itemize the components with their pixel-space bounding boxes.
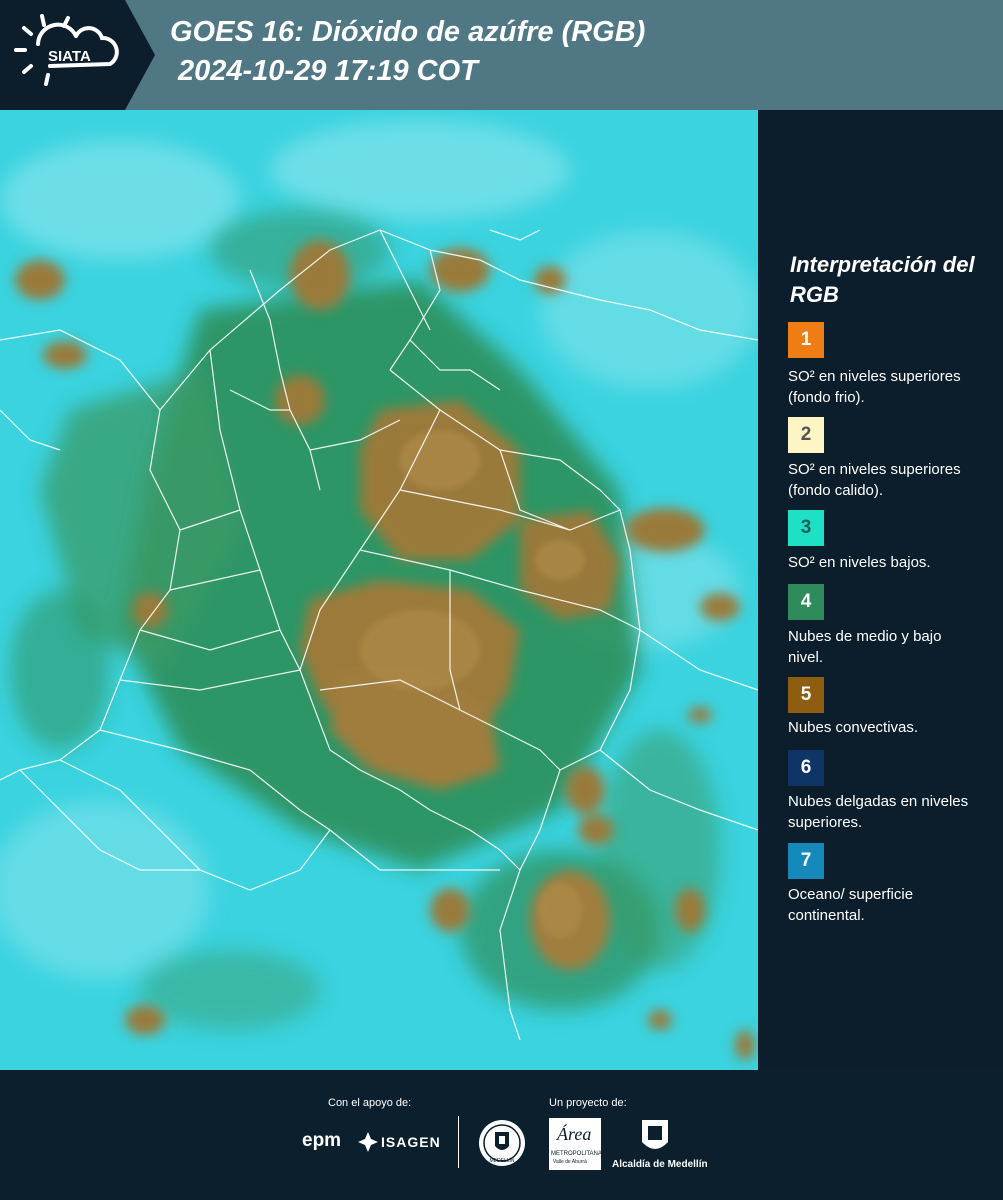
legend-description-4: Nubes de medio y bajo nivel. xyxy=(788,628,942,666)
legend-description-5: Nubes convectivas. xyxy=(788,719,919,736)
area-logo-subtitle: METROPOLITANA xyxy=(551,1151,602,1157)
support-label: Con el apoyo de: xyxy=(328,1097,412,1109)
legend-description-6: Nubes delgadas en niveles superiores. xyxy=(788,793,969,831)
satellite-image xyxy=(0,110,758,1070)
legend-swatch-1: 1 xyxy=(788,322,824,358)
header-bar: SIATA GOES 16: Dióxido de azúfre (RGB) 2… xyxy=(0,0,1003,110)
legend-description-7: Oceano/ superficie continental. xyxy=(788,886,914,924)
medellin-seal-icon[interactable]: MEDELLÍN xyxy=(477,1118,527,1173)
legend-number-5: 5 xyxy=(800,684,812,705)
legend-title: Interpretación del RGB xyxy=(790,252,975,307)
isagen-logo-icon xyxy=(358,1132,378,1157)
legend-swatch-7: 7 xyxy=(788,843,824,879)
legend-swatch-6: 6 xyxy=(788,750,824,786)
legend-swatch-3: 3 xyxy=(788,510,824,546)
legend-number-2: 2 xyxy=(800,424,812,445)
siata-logo-text: SIATA xyxy=(48,48,91,65)
legend-swatch-4: 4 xyxy=(788,584,824,620)
legend-number-6: 6 xyxy=(800,757,812,778)
legend-number-7: 7 xyxy=(800,850,812,871)
area-metropolitana-logo[interactable]: Área METROPOLITANA Valle de Aburrá xyxy=(549,1118,602,1170)
project-label: Un proyecto de: xyxy=(549,1097,627,1109)
satellite-rgb-map[interactable] xyxy=(0,110,758,1070)
legend-swatch-5: 5 xyxy=(788,677,824,713)
product-title: GOES 16: Dióxido de azúfre (RGB) xyxy=(170,16,646,48)
area-logo-text: Área xyxy=(557,1124,592,1144)
legend-number-3: 3 xyxy=(800,517,812,538)
alcaldia-logo[interactable]: Alcaldía de Medellín xyxy=(612,1159,708,1170)
legend-panel: Interpretación del RGB 1 SO² en niveles … xyxy=(758,110,1003,1070)
legend-number-1: 1 xyxy=(800,329,812,350)
area-logo-subtitle-2: Valle de Aburrá xyxy=(553,1159,587,1165)
legend-description-2: SO² en niveles superiores (fondo calido)… xyxy=(788,461,961,499)
alcaldia-shield-icon xyxy=(640,1118,670,1161)
epm-logo[interactable]: epm xyxy=(302,1130,341,1152)
isagen-logo[interactable]: ISAGEN xyxy=(381,1134,441,1150)
image-timestamp: 2024-10-29 17:19 COT xyxy=(178,55,478,87)
legend-number-4: 4 xyxy=(800,591,812,612)
footer-divider xyxy=(458,1116,459,1168)
siata-logo-tab[interactable]: SIATA xyxy=(0,0,155,110)
medellin-seal-text: MEDELLÍN xyxy=(489,1157,514,1164)
siata-logo-icon: SIATA xyxy=(14,14,119,86)
legend-swatch-2: 2 xyxy=(788,417,824,453)
legend-description-3: SO² en niveles bajos. xyxy=(788,554,931,571)
footer: Con el apoyo de: Un proyecto de: epm ISA… xyxy=(0,1070,1003,1200)
legend-description-1: SO² en niveles superiores (fondo frio). xyxy=(788,368,961,406)
